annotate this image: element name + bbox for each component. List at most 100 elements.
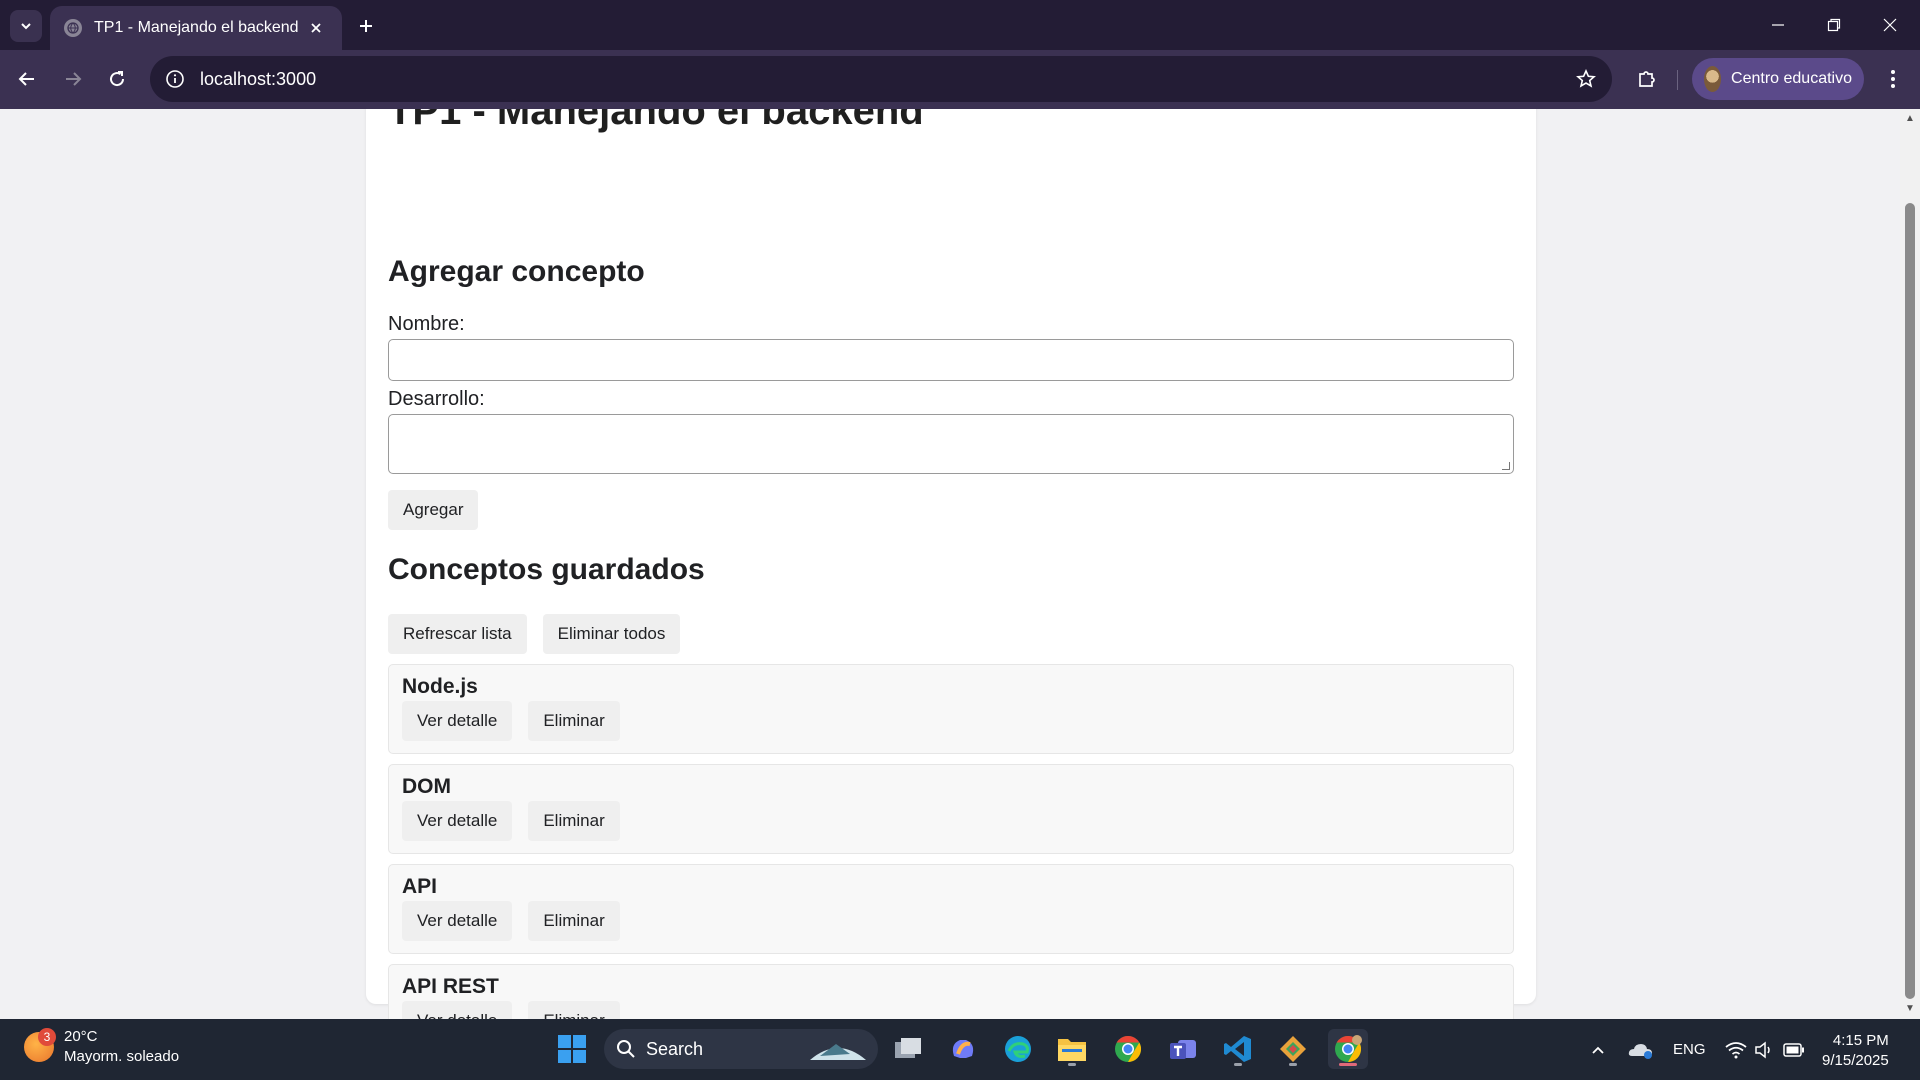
taskbar-search[interactable]: Search [604,1029,878,1069]
arrow-right-icon [66,72,82,86]
notification-badge: 3 [38,1028,56,1046]
toolbar-divider [1677,70,1678,90]
running-indicator [1234,1063,1242,1066]
info-icon[interactable] [164,68,186,90]
concept-name: DOM [402,775,451,798]
delete-button[interactable]: Eliminar [528,701,620,741]
chrome-profile-icon[interactable] [1328,1029,1368,1069]
view-detail-button[interactable]: Ver detalle [402,801,513,841]
add-button[interactable]: Agregar [388,490,479,530]
active-indicator [1339,1063,1357,1066]
concept-name: Node.js [402,675,478,698]
show-hidden-icons[interactable] [1590,1019,1606,1080]
development-textarea[interactable] [388,414,1514,474]
concept-name: API [402,875,438,898]
name-input[interactable] [388,339,1514,381]
windows-taskbar: 3 20°C Mayorm. soleado Search ENG 4:15 P… [0,1019,1920,1080]
resize-grip-icon[interactable] [1502,462,1510,470]
restore-button[interactable] [1806,0,1862,50]
delete-button[interactable]: Eliminar [528,1001,620,1019]
scroll-down-icon[interactable]: ▼ [1904,1003,1916,1015]
page-viewport: TP1 - Manejando el backend Agregar conce… [0,109,1920,1019]
edge-icon[interactable] [998,1029,1038,1069]
page-scrollbar[interactable]: ▲ ▼ [1900,109,1920,1019]
active-tab[interactable]: TP1 - Manejando el backend [50,6,342,50]
delete-button[interactable]: Eliminar [528,801,620,841]
close-icon [1883,18,1897,32]
page-title: TP1 - Manejando el backend [388,109,924,133]
language-indicator[interactable]: ENG [1673,1019,1706,1080]
address-bar[interactable]: localhost:3000 [150,56,1612,102]
close-tab-icon[interactable] [304,16,328,40]
concept-item: API REST Ver detalle Eliminar [388,964,1514,1019]
puzzle-icon [1639,71,1655,87]
windows-logo-icon [558,1035,586,1063]
saved-concepts-heading: Conceptos guardados [388,553,705,586]
scrollbar-thumb[interactable] [1905,203,1915,999]
minimize-icon [1772,24,1784,26]
file-explorer-icon[interactable] [1052,1029,1092,1069]
url-text[interactable]: localhost:3000 [200,69,316,90]
chevron-up-icon [1592,1046,1604,1054]
git-tool-icon[interactable] [1273,1029,1313,1069]
delete-button[interactable]: Eliminar [528,901,620,941]
avatar [1704,66,1722,92]
name-label: Nombre: [388,313,465,335]
forward-button[interactable] [56,62,90,96]
wifi-icon[interactable] [1725,1019,1747,1080]
development-label: Desarrollo: [388,388,485,410]
arrow-left-icon [18,72,34,86]
view-detail-button[interactable]: Ver detalle [402,1001,513,1019]
restore-icon [1827,18,1841,32]
browser-tab-bar: TP1 - Manejando el backend [0,0,1920,50]
search-icon [617,1040,635,1058]
close-window-button[interactable] [1862,0,1918,50]
concept-item: DOM Ver detalle Eliminar [388,764,1514,854]
tab-search-button[interactable] [10,10,42,42]
reload-icon [110,71,125,87]
browser-menu-button[interactable] [1876,62,1910,96]
system-clock[interactable]: 4:15 PM 9/15/2025 [1822,1031,1889,1071]
scroll-up-icon[interactable]: ▲ [1904,113,1916,125]
tab-title: TP1 - Manejando el backend [94,19,299,36]
search-highlight-icon [810,1044,866,1060]
running-indicator [1068,1063,1076,1066]
clock-date: 9/15/2025 [1822,1052,1889,1069]
start-button[interactable] [552,1029,592,1069]
weather-description: Mayorm. soleado [64,1048,180,1065]
concept-item: Node.js Ver detalle Eliminar [388,664,1514,754]
profile-button[interactable]: Centro educativo [1692,58,1864,100]
battery-icon[interactable] [1783,1019,1805,1080]
view-detail-button[interactable]: Ver detalle [402,701,513,741]
reload-button[interactable] [100,62,134,96]
profile-label: Centro educativo [1731,70,1852,87]
volume-icon[interactable] [1754,1019,1774,1080]
bookmark-star-icon[interactable] [1574,67,1598,91]
minimize-button[interactable] [1750,0,1806,50]
add-concept-heading: Agregar concepto [388,255,645,288]
new-tab-button[interactable] [350,10,382,42]
running-indicator [1289,1063,1297,1066]
delete-all-button[interactable]: Eliminar todos [542,614,681,654]
back-button[interactable] [10,62,44,96]
concept-item: API Ver detalle Eliminar [388,864,1514,954]
extensions-button[interactable] [1630,62,1664,96]
onedrive-icon[interactable] [1628,1019,1654,1080]
more-vertical-icon [1891,70,1895,88]
vscode-icon[interactable] [1218,1029,1258,1069]
copilot-icon[interactable] [943,1029,983,1069]
browser-toolbar: localhost:3000 Centro educativo [0,50,1920,109]
search-label: Search [646,1038,704,1059]
weather-widget[interactable]: 3 20°C Mayorm. soleado [24,1027,179,1067]
main-card: TP1 - Manejando el backend Agregar conce… [366,109,1536,1019]
chevron-down-icon [21,23,31,30]
plus-icon [360,20,372,32]
weather-sun-icon: 3 [24,1028,56,1062]
chrome-icon[interactable] [1108,1029,1148,1069]
teams-icon[interactable] [1163,1029,1203,1069]
task-view-icon[interactable] [888,1029,928,1069]
refresh-list-button[interactable]: Refrescar lista [388,614,527,654]
temperature: 20°C [64,1028,98,1045]
clock-time: 4:15 PM [1832,1032,1889,1049]
view-detail-button[interactable]: Ver detalle [402,901,513,941]
